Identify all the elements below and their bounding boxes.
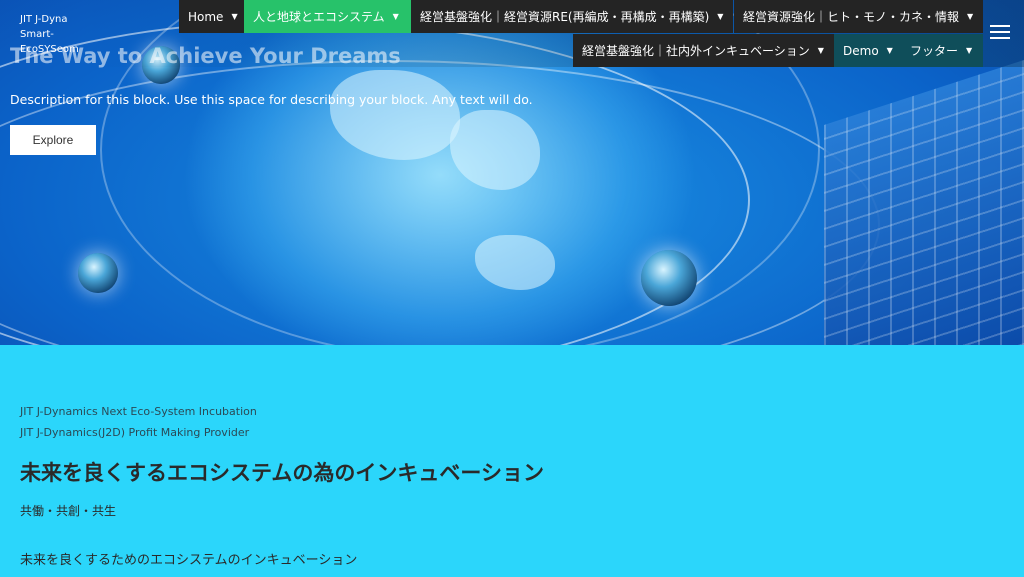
caret-down-icon: ▼ bbox=[966, 46, 973, 55]
nav-item-restructure[interactable]: 経営基盤強化｜経営資源RE(再編成・再構成・再構築) ▼ bbox=[411, 0, 733, 33]
caret-down-icon: ▼ bbox=[717, 12, 724, 21]
nav-item-label: 経営資源強化｜ヒト・モノ・カネ・情報 bbox=[743, 10, 960, 24]
hero-description: Description for this block. Use this spa… bbox=[10, 92, 533, 107]
nav-item-label: フッター bbox=[910, 44, 959, 58]
nav-item-ecosystem[interactable]: 人と地球とエコシステム ▼ bbox=[244, 0, 411, 33]
intro-tagline: 共働・共創・共生 bbox=[20, 504, 117, 518]
nav-item-label: Home bbox=[188, 9, 224, 24]
intro-body: 未来を良くするためのエコシステムのインキュベーション bbox=[20, 553, 358, 568]
nav-item-demo[interactable]: Demo ▼ bbox=[834, 34, 901, 67]
intro-heading: 未来を良くするエコシステムの為のインキュベーション bbox=[20, 461, 544, 485]
intro-section: JIT J-Dynamics Next Eco-System Incubatio… bbox=[0, 345, 1024, 577]
intro-subtitle: JIT J-Dynamics Next Eco-System Incubatio… bbox=[20, 405, 257, 418]
hamburger-menu-icon[interactable] bbox=[990, 25, 1010, 43]
explore-button[interactable]: Explore bbox=[10, 125, 96, 155]
nav-item-home[interactable]: Home ▼ bbox=[179, 0, 244, 33]
caret-down-icon: ▼ bbox=[967, 12, 974, 21]
orb-decoration bbox=[641, 250, 697, 306]
nav-item-label: 経営基盤強化｜社内外インキュベーション bbox=[582, 44, 810, 58]
caret-down-icon: ▼ bbox=[817, 46, 824, 55]
nav-item-footer[interactable]: フッター ▼ bbox=[901, 34, 983, 67]
caret-down-icon: ▼ bbox=[231, 12, 238, 21]
nav-item-label: 人と地球とエコシステム bbox=[253, 10, 385, 24]
nav-item-label: Demo bbox=[843, 43, 879, 58]
caret-down-icon: ▼ bbox=[392, 12, 399, 21]
caret-down-icon: ▼ bbox=[886, 46, 893, 55]
building-decoration bbox=[824, 60, 1024, 345]
nav-item-incubation[interactable]: 経営基盤強化｜社内外インキュベーション ▼ bbox=[573, 34, 834, 67]
intro-subtitle: JIT J-Dynamics(J2D) Profit Making Provid… bbox=[20, 426, 250, 439]
nav-item-resources[interactable]: 経営資源強化｜ヒト・モノ・カネ・情報 ▼ bbox=[734, 0, 983, 33]
site-logo[interactable]: JIT J-Dyna Smart-EcoSYSeom bbox=[20, 12, 80, 57]
orb-decoration bbox=[78, 253, 118, 293]
nav-item-label: 経営基盤強化｜経営資源RE(再編成・再構成・再構築) bbox=[420, 10, 710, 24]
